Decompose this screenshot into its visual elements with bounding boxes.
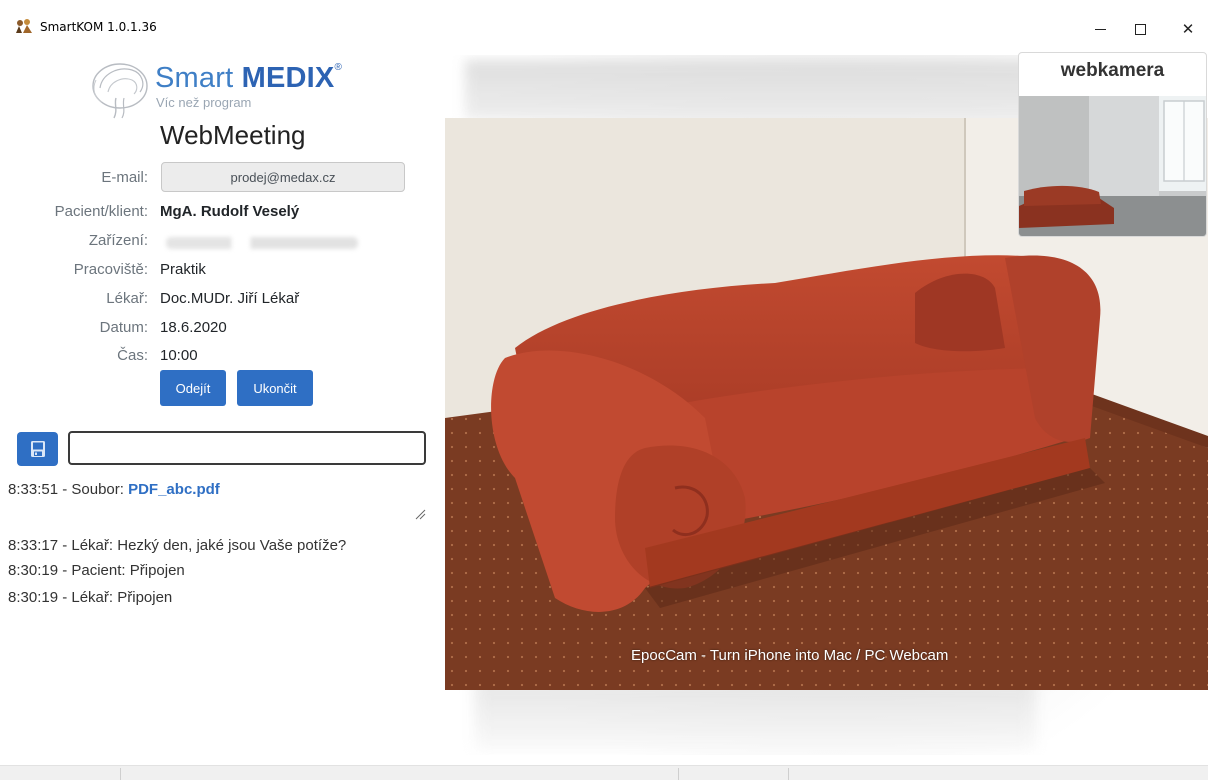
chat-log-line: 8:30:19 - Lékař: Připojen <box>8 589 173 606</box>
device-label: Zařízení: <box>88 232 148 249</box>
leave-button[interactable]: Odejít <box>160 370 226 406</box>
webcam-room-image <box>1019 96 1206 236</box>
minimize-icon[interactable] <box>1080 14 1120 44</box>
chat-message-input[interactable] <box>68 431 426 465</box>
email-field[interactable]: prodej@medax.cz <box>161 162 405 192</box>
end-meeting-button[interactable]: Ukončit <box>237 370 313 406</box>
file-message-prefix: 8:33:51 - Soubor: <box>8 481 129 498</box>
close-icon[interactable]: ✕ <box>1168 14 1208 44</box>
time-label: Čas: <box>117 347 148 364</box>
webcam-preview-panel: webkamera <box>1018 52 1207 237</box>
device-row: Zařízení: <box>0 229 430 253</box>
status-separator <box>678 768 679 780</box>
workplace-value: Praktik <box>160 261 206 278</box>
email-label: E-mail: <box>101 169 148 186</box>
date-row: Datum: 18.6.2020 <box>0 316 430 340</box>
status-separator <box>120 768 121 780</box>
save-file-button[interactable] <box>17 432 58 466</box>
device-value-redacted <box>166 237 358 249</box>
patient-row: Pacient/klient: MgA. Rudolf Veselý <box>0 200 430 224</box>
local-webcam-feed[interactable] <box>1019 96 1206 236</box>
resize-grip-icon[interactable] <box>414 508 426 520</box>
workplace-label: Pracoviště: <box>73 261 148 278</box>
patient-label: Pacient/klient: <box>54 203 148 220</box>
floppy-disk-icon <box>30 441 45 457</box>
maximize-icon[interactable] <box>1120 14 1160 44</box>
title-bar: SmartKOM 1.0.1.36 ✕ <box>0 0 1208 48</box>
logo-tagline: Víc než program <box>156 95 252 110</box>
window-title: SmartKOM 1.0.1.36 <box>40 20 157 34</box>
time-row: Čas: 10:00 <box>0 344 430 368</box>
brain-logo-icon <box>92 63 148 119</box>
file-link[interactable]: PDF_abc.pdf <box>128 481 220 498</box>
doctor-label: Lékař: <box>106 290 148 307</box>
doctor-value: Doc.MUDr. Jiří Lékař <box>160 290 300 307</box>
smartmedix-logo: Smart MEDIX® Víc než program <box>88 58 348 120</box>
time-value: 10:00 <box>160 347 198 364</box>
video-caption: EpocCam - Turn iPhone into Mac / PC Webc… <box>631 647 949 664</box>
app-icon <box>16 19 32 33</box>
chat-log-line: 8:33:17 - Lékař: Hezký den, jaké jsou Va… <box>8 537 347 554</box>
doctor-row: Lékař: Doc.MUDr. Jiří Lékař <box>0 287 430 311</box>
workplace-row: Pracoviště: Praktik <box>0 258 430 282</box>
page-title: WebMeeting <box>160 120 306 150</box>
webcam-title: webkamera <box>1060 60 1165 81</box>
date-label: Datum: <box>99 319 148 336</box>
patient-value: MgA. Rudolf Veselý <box>160 203 300 220</box>
status-bar <box>0 765 1208 780</box>
logo-wordmark: Smart MEDIX® <box>155 62 343 94</box>
chat-log-line: 8:30:19 - Pacient: Připojen <box>8 562 185 579</box>
status-separator <box>788 768 789 780</box>
date-value: 18.6.2020 <box>160 319 227 336</box>
file-message: 8:33:51 - Soubor: PDF_abc.pdf <box>8 481 220 498</box>
